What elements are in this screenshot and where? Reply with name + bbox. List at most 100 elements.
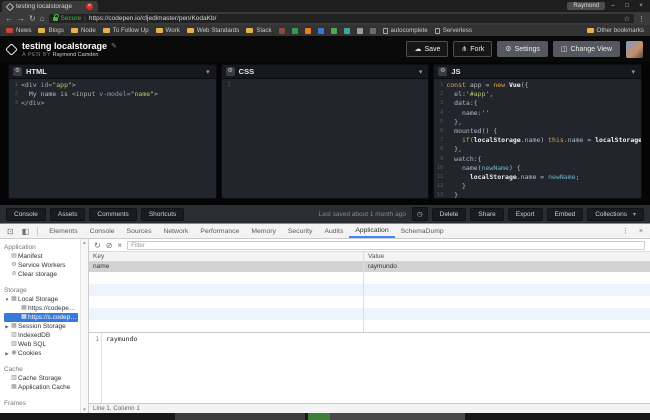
change-view-button[interactable]: ◫ Change View: [552, 41, 620, 57]
tab-elements[interactable]: Elements: [43, 225, 83, 237]
minimize-button[interactable]: –: [607, 3, 619, 9]
sidebar-scrollbar[interactable]: ▲ ▼: [80, 239, 88, 413]
sidebar-item-local-storage[interactable]: ▼ ▦ Local Storage: [4, 295, 78, 304]
user-avatar[interactable]: [626, 40, 643, 58]
pen-author[interactable]: Raymond Camden: [53, 52, 99, 58]
forward-icon[interactable]: →: [17, 14, 25, 24]
site-favicon[interactable]: [356, 27, 363, 34]
site-favicon[interactable]: [369, 27, 376, 34]
tab-sources[interactable]: Sources: [121, 225, 158, 237]
sidebar-item-session-storage[interactable]: ▶ ▦ Session Storage: [4, 322, 78, 331]
editor-panels: ⚙ HTML ▾ 1 <div id="app"> 2 My name is <input…: [0, 62, 650, 205]
address-bar[interactable]: Secure | https://codepen.io/cfjedimaster…: [48, 13, 634, 23]
delete-button[interactable]: Delete: [431, 207, 467, 221]
browser-tab[interactable]: testing localstorage ×: [2, 1, 98, 12]
bookmark-item[interactable]: Web Standards: [186, 27, 239, 34]
fork-button[interactable]: ⋔ Fork: [453, 41, 493, 57]
code-editor[interactable]: 1 const app = new Vue({2 el:'#app', 3 data…: [434, 79, 642, 198]
empty-table-row[interactable]: [89, 272, 650, 284]
shortcuts-button[interactable]: Shortcuts: [140, 207, 185, 221]
device-toolbar-icon[interactable]: ◧: [19, 227, 33, 236]
tab-console[interactable]: Console: [84, 225, 121, 237]
bookmark-item[interactable]: Blogs: [38, 27, 64, 34]
bookmark-item[interactable]: Node: [70, 27, 96, 34]
bookmark-item[interactable]: autocomplete: [382, 27, 428, 34]
restore-button[interactable]: □: [621, 3, 633, 9]
filter-input[interactable]: [127, 240, 645, 250]
browser-menu-icon[interactable]: ⋮: [638, 15, 645, 23]
tab-performance[interactable]: Performance: [194, 225, 245, 237]
refresh-icon[interactable]: ↻: [29, 14, 36, 24]
site-favicon[interactable]: [291, 27, 298, 34]
settings-button[interactable]: ⚙ Settings: [497, 41, 548, 57]
table-header-row: Key Value: [89, 252, 650, 262]
tab-schemadump[interactable]: SchemaDump: [395, 225, 450, 237]
site-favicon[interactable]: [317, 27, 324, 34]
site-favicon[interactable]: [343, 27, 350, 34]
clear-all-icon[interactable]: ⊘: [106, 241, 113, 250]
refresh-icon[interactable]: ↻: [94, 241, 101, 250]
chevron-down-icon[interactable]: ▾: [419, 68, 425, 76]
delete-selected-icon[interactable]: ×: [117, 241, 122, 250]
assets-button[interactable]: Assets: [49, 207, 86, 221]
devtools-menu-icon[interactable]: ⋮: [619, 227, 632, 235]
table-row[interactable]: name raymundo: [89, 262, 650, 272]
key-cell: name: [93, 263, 110, 270]
empty-table-row[interactable]: [89, 284, 650, 296]
site-favicon[interactable]: [304, 27, 311, 34]
sidebar-item-https-s-codepen-io[interactable]: ▦https://s.codepen.io: [4, 313, 78, 322]
sidebar-item-application-cache[interactable]: ▦ Application Cache: [4, 383, 78, 392]
sidebar-item-indexeddb[interactable]: ▥ IndexedDB: [4, 331, 78, 340]
save-button[interactable]: ☁ Save: [406, 41, 449, 57]
sidebar-item-cookies[interactable]: ▶ ◉ Cookies: [4, 349, 78, 358]
bookmark-item[interactable]: Work: [155, 27, 180, 34]
sidebar-item-manifest[interactable]: ▤ Manifest: [4, 252, 78, 261]
sidebar-item-clear-storage[interactable]: ⊘ Clear storage: [4, 270, 78, 279]
bookmark-star-icon[interactable]: ☆: [624, 15, 630, 23]
bookmark-item[interactable]: Serverless: [434, 27, 472, 34]
chevron-down-icon[interactable]: ▾: [206, 68, 212, 76]
sidebar-item-https-codepen-io[interactable]: ▦ https://codepen.io: [4, 304, 78, 313]
site-favicon[interactable]: [330, 27, 337, 34]
edit-pencil-icon[interactable]: ✎: [111, 42, 117, 50]
tab-network[interactable]: Network: [157, 225, 194, 237]
chevron-down-icon[interactable]: ▾: [632, 68, 638, 76]
editor-settings-icon[interactable]: ⚙: [438, 67, 448, 76]
share-button[interactable]: Share: [470, 207, 504, 221]
other-bookmarks-button[interactable]: Other bookmarks: [586, 27, 644, 34]
export-button[interactable]: Export: [507, 207, 543, 221]
comments-button[interactable]: Comments: [89, 207, 137, 221]
tab-memory[interactable]: Memory: [245, 225, 282, 237]
tab-audits[interactable]: Audits: [318, 225, 349, 237]
profile-button[interactable]: Raymond: [567, 2, 605, 10]
devtools-close-icon[interactable]: ×: [636, 228, 646, 235]
code-editor[interactable]: 1: [221, 79, 429, 198]
bookmark-item[interactable]: To Follow Up: [102, 27, 149, 34]
empty-table-row[interactable]: [89, 296, 650, 308]
close-button[interactable]: ×: [635, 3, 647, 9]
scroll-up-icon[interactable]: ▲: [81, 240, 88, 245]
code-editor[interactable]: 1 <div id="app"> 2 My name is <input v-mod…: [9, 79, 216, 198]
sidebar-item-cache-storage[interactable]: ▥ Cache Storage: [4, 374, 78, 383]
console-button[interactable]: Console: [6, 207, 46, 221]
collections-button[interactable]: Collections ▾: [587, 207, 644, 221]
sidebar-item-service-workers[interactable]: ⚙ Service Workers: [4, 261, 78, 270]
bookmark-item[interactable]: Slack: [246, 27, 272, 34]
back-icon[interactable]: ←: [5, 14, 13, 24]
editor-settings-icon[interactable]: ⚙: [13, 67, 22, 76]
tab-security[interactable]: Security: [282, 225, 319, 237]
editor-settings-icon[interactable]: ⚙: [225, 67, 235, 76]
tab-close-icon[interactable]: ×: [86, 3, 93, 10]
empty-table-row[interactable]: [89, 320, 650, 332]
value-preview-pane[interactable]: 1 raymundo: [89, 332, 650, 403]
inspect-element-icon[interactable]: ⊡: [4, 227, 17, 236]
site-favicon[interactable]: [278, 27, 285, 34]
sidebar-item-web-sql[interactable]: ▥ Web SQL: [4, 340, 78, 349]
empty-table-row[interactable]: [89, 308, 650, 320]
scroll-down-icon[interactable]: ▼: [81, 407, 88, 412]
saved-history-icon[interactable]: ◷: [411, 207, 428, 221]
tab-application[interactable]: Application: [349, 224, 395, 238]
bookmark-item[interactable]: News: [6, 27, 31, 34]
embed-button[interactable]: Embed: [546, 207, 584, 221]
home-icon[interactable]: ⌂: [40, 14, 45, 24]
